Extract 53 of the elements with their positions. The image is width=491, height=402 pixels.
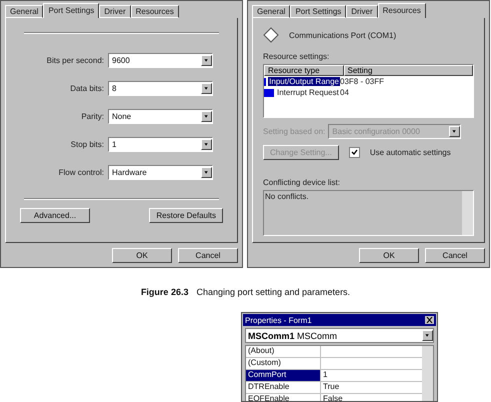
tab[interactable]: Port Settings [43, 3, 100, 18]
dialog-button[interactable]: OK [112, 248, 172, 263]
tab[interactable]: General [252, 5, 290, 18]
dialog-button[interactable]: Cancel [425, 248, 485, 263]
field-label: Bits per second: [46, 56, 105, 64]
checkbox[interactable] [348, 147, 360, 158]
tab[interactable]: Resources [130, 5, 179, 18]
field-label: Setting based on: [263, 127, 326, 136]
scrollbar[interactable] [462, 191, 473, 235]
device-name: Communications Port (COM1) [289, 30, 396, 40]
dropdown[interactable]: 9600 [108, 52, 213, 68]
column-header[interactable]: Resource type [264, 65, 344, 76]
checkbox-label: Use automatic settings [370, 148, 451, 157]
property-name[interactable]: DTREnable [246, 382, 321, 393]
property-name[interactable]: CommPort [246, 370, 321, 381]
tab[interactable]: Port Settings [290, 5, 346, 18]
property-value[interactable]: True [321, 382, 340, 393]
dialog-button[interactable]: Advanced... [20, 208, 90, 223]
property-name[interactable]: (About) [246, 346, 321, 357]
tab[interactable]: General [5, 5, 44, 18]
close-icon[interactable] [425, 316, 434, 324]
window-title: Properties - Form1 [245, 316, 312, 324]
column-header[interactable]: Setting [344, 65, 473, 76]
tab[interactable]: Driver [346, 5, 378, 18]
dialog-button[interactable]: Restore Defaults [149, 208, 223, 223]
field-label: Stop bits: [70, 140, 105, 148]
device-icon [263, 27, 279, 43]
dropdown[interactable]: 8 [108, 80, 213, 96]
object-dropdown[interactable]: MSComm1 MSComm [245, 328, 434, 343]
dropdown[interactable]: Hardware [108, 164, 213, 180]
list-item[interactable]: Interrupt Request [276, 88, 340, 97]
dialog-button[interactable]: OK [359, 248, 419, 263]
figure-number: Figure 26.3 [140, 287, 188, 297]
field-label: Data bits: [69, 84, 105, 92]
field-label: Flow control: [58, 168, 105, 176]
list-item[interactable]: Input/Output Range [268, 77, 340, 86]
scrollbar[interactable] [422, 346, 433, 401]
tab[interactable]: Resources [378, 3, 426, 18]
dialog-button[interactable]: Cancel [178, 248, 238, 263]
conflict-text: No conflicts. [264, 191, 310, 203]
list-cell: 04 [340, 88, 349, 97]
section-label: Conflicting device list: [263, 178, 340, 187]
tab[interactable]: Driver [99, 5, 131, 18]
list-cell: 03F8 - 03FF [340, 77, 384, 86]
property-name[interactable]: (Custom) [246, 358, 321, 369]
field-label: Parity: [80, 112, 105, 120]
property-value[interactable]: 1 [321, 370, 328, 381]
figure-caption: Changing port setting and parameters. [196, 287, 350, 297]
dropdown[interactable]: 1 [108, 136, 213, 152]
property-name[interactable]: EOFEnable [246, 394, 321, 401]
section-label: Resource settings: [263, 52, 330, 61]
property-value[interactable]: False [321, 394, 343, 401]
dropdown[interactable]: None [108, 108, 213, 124]
